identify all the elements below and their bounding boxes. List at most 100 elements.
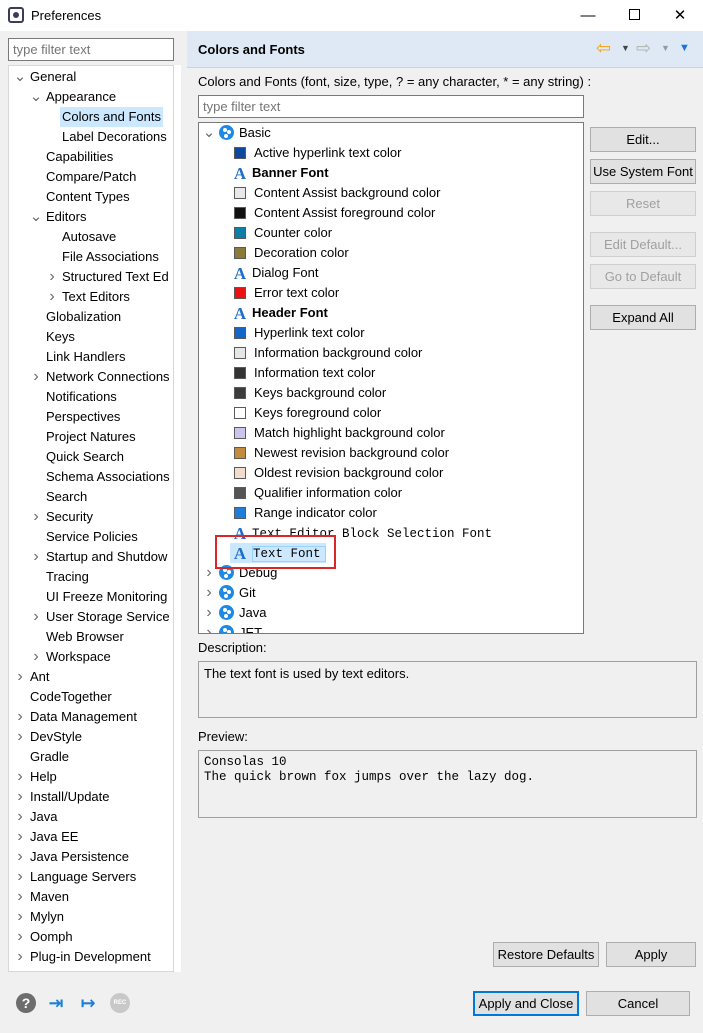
- view-menu-icon[interactable]: ▼: [679, 42, 690, 54]
- preferences-tree-item[interactable]: Startup and Shutdow: [28, 547, 169, 567]
- chevron-right-icon[interactable]: [28, 508, 44, 528]
- export-icon[interactable]: ↦: [78, 993, 98, 1013]
- chevron-right-icon[interactable]: [12, 848, 28, 868]
- preferences-tree-item[interactable]: Web Browser: [28, 627, 126, 647]
- preferences-tree-item[interactable]: Editors: [28, 207, 88, 227]
- color-definition-row[interactable]: Keys foreground color: [230, 403, 381, 423]
- edit-button[interactable]: Edit...: [590, 127, 696, 152]
- chevron-right-icon[interactable]: [28, 548, 44, 568]
- chevron-right-icon[interactable]: [12, 768, 28, 788]
- font-definition-row[interactable]: A Banner Font: [230, 163, 329, 183]
- color-definition-row[interactable]: Match highlight background color: [230, 423, 445, 443]
- preferences-tree-scrollbar[interactable]: [174, 65, 181, 972]
- expand-all-button[interactable]: Expand All: [590, 305, 696, 330]
- chevron-right-icon[interactable]: [12, 788, 28, 808]
- preferences-tree-item[interactable]: Capabilities: [28, 147, 115, 167]
- chevron-right-icon[interactable]: [201, 584, 217, 604]
- chevron-down-icon[interactable]: [28, 208, 44, 228]
- preferences-tree-item[interactable]: Perspectives: [28, 407, 122, 427]
- preferences-tree-item[interactable]: Java EE: [12, 827, 80, 847]
- maximize-button[interactable]: [611, 0, 657, 31]
- preferences-tree-item[interactable]: CodeTogether: [12, 687, 114, 707]
- preferences-tree-item[interactable]: User Storage Service: [28, 607, 172, 627]
- preferences-tree-item[interactable]: Help: [12, 767, 59, 787]
- color-definition-row[interactable]: Error text color: [230, 283, 339, 303]
- colors-filter-input[interactable]: [198, 95, 584, 118]
- color-definition-row[interactable]: Newest revision background color: [230, 443, 449, 463]
- preferences-tree-item[interactable]: DevStyle: [12, 727, 84, 747]
- edit-default-button[interactable]: Edit Default...: [590, 232, 696, 257]
- chevron-right-icon[interactable]: [12, 908, 28, 928]
- color-category-row[interactable]: JET: [201, 623, 262, 633]
- color-definition-row[interactable]: Decoration color: [230, 243, 349, 263]
- chevron-right-icon[interactable]: [12, 708, 28, 728]
- cancel-button[interactable]: Cancel: [586, 991, 690, 1016]
- preferences-tree-item[interactable]: Quick Search: [28, 447, 126, 467]
- color-definition-row[interactable]: Content Assist background color: [230, 183, 440, 203]
- chevron-right-icon[interactable]: [12, 888, 28, 908]
- preferences-tree-item[interactable]: Plug-in Development: [12, 947, 153, 967]
- preferences-tree-item[interactable]: Mylyn: [12, 907, 66, 927]
- chevron-down-icon[interactable]: [28, 88, 44, 108]
- chevron-right-icon[interactable]: [12, 668, 28, 688]
- color-definition-row[interactable]: Qualifier information color: [230, 483, 402, 503]
- color-category-row[interactable]: Basic: [201, 123, 271, 143]
- apply-button[interactable]: Apply: [606, 942, 696, 967]
- preferences-tree-item[interactable]: Network Connections: [28, 367, 172, 387]
- chevron-right-icon[interactable]: [12, 868, 28, 888]
- font-definition-row[interactable]: A Header Font: [230, 303, 328, 323]
- preferences-tree-item[interactable]: General: [12, 67, 78, 87]
- preferences-tree-item[interactable]: Structured Text Ed: [44, 267, 171, 287]
- preferences-tree-item[interactable]: Globalization: [28, 307, 123, 327]
- preferences-tree-item[interactable]: Appearance: [28, 87, 118, 107]
- chevron-right-icon[interactable]: [28, 648, 44, 668]
- preferences-filter-input[interactable]: [8, 38, 174, 61]
- preferences-tree-item[interactable]: Install/Update: [12, 787, 112, 807]
- preferences-tree-item[interactable]: Project Natures: [28, 427, 138, 447]
- chevron-right-icon[interactable]: [28, 608, 44, 628]
- preferences-tree-item[interactable]: Gradle: [12, 747, 71, 767]
- preferences-tree[interactable]: General Appearance Colors and Fonts Label D…: [8, 65, 174, 972]
- minimize-button[interactable]: —: [565, 0, 611, 31]
- chevron-right-icon[interactable]: [28, 368, 44, 388]
- help-icon[interactable]: ?: [16, 993, 36, 1013]
- chevron-right-icon[interactable]: [201, 604, 217, 624]
- back-history-caret-icon[interactable]: ▼: [621, 43, 630, 53]
- chevron-right-icon[interactable]: [12, 948, 28, 968]
- use-system-font-button[interactable]: Use System Font: [590, 159, 696, 184]
- preferences-tree-item[interactable]: Security: [28, 507, 95, 527]
- preferences-tree-item[interactable]: Workspace: [28, 647, 113, 667]
- preferences-tree-item[interactable]: Autosave: [44, 227, 118, 247]
- preferences-tree-item[interactable]: Colors and Fonts: [44, 107, 163, 127]
- color-definition-row[interactable]: Oldest revision background color: [230, 463, 443, 483]
- chevron-right-icon[interactable]: [12, 728, 28, 748]
- color-definition-row[interactable]: Range indicator color: [230, 503, 377, 523]
- preferences-tree-item[interactable]: Java: [12, 807, 59, 827]
- chevron-right-icon[interactable]: [44, 268, 60, 288]
- preferences-tree-item[interactable]: Schema Associations: [28, 467, 172, 487]
- import-icon[interactable]: ⇥: [46, 993, 66, 1013]
- chevron-right-icon[interactable]: [12, 808, 28, 828]
- preferences-tree-item[interactable]: Oomph: [12, 927, 75, 947]
- preferences-tree-item[interactable]: Link Handlers: [28, 347, 128, 367]
- preferences-tree-item[interactable]: Keys: [28, 327, 77, 347]
- preferences-tree-item[interactable]: Label Decorations: [44, 127, 169, 147]
- color-definition-row[interactable]: Content Assist foreground color: [230, 203, 435, 223]
- preferences-tree-item[interactable]: Search: [28, 487, 89, 507]
- preferences-tree-item[interactable]: Content Types: [28, 187, 132, 207]
- preferences-tree-item[interactable]: UI Freeze Monitoring: [28, 587, 169, 607]
- color-category-row[interactable]: Java: [201, 603, 266, 623]
- color-definition-row[interactable]: Hyperlink text color: [230, 323, 365, 343]
- chevron-right-icon[interactable]: [12, 828, 28, 848]
- color-definition-row[interactable]: Keys background color: [230, 383, 386, 403]
- preferences-tree-item[interactable]: Ant: [12, 667, 52, 687]
- preferences-tree-item[interactable]: Notifications: [28, 387, 119, 407]
- font-definition-row[interactable]: A Dialog Font: [230, 263, 319, 283]
- back-arrow-icon[interactable]: ⇦: [596, 39, 611, 57]
- chevron-down-icon[interactable]: [12, 68, 28, 88]
- preferences-tree-item[interactable]: Maven: [12, 887, 71, 907]
- preferences-tree-item[interactable]: Data Management: [12, 707, 139, 727]
- forward-arrow-icon[interactable]: ⇨: [636, 39, 651, 57]
- apply-and-close-button[interactable]: Apply and Close: [473, 991, 579, 1016]
- record-icon[interactable]: REC: [110, 993, 130, 1013]
